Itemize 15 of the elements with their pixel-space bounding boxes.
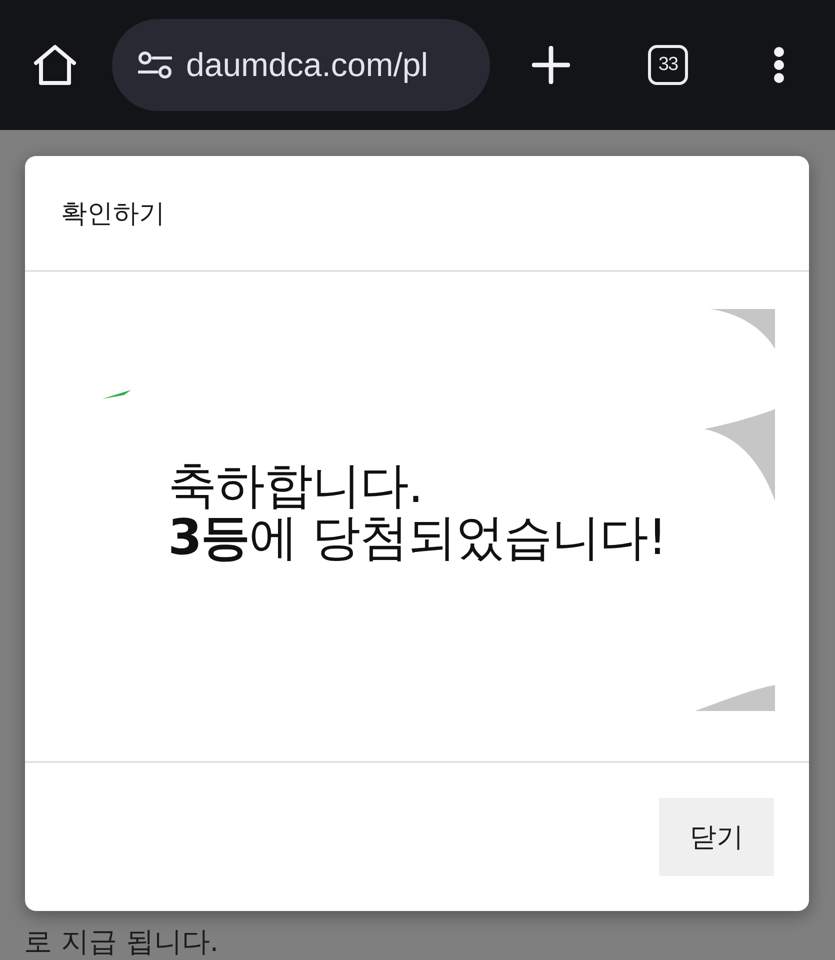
- streak-icon: [102, 389, 132, 401]
- swirl-shape: [710, 309, 775, 349]
- message-text: 축하합니다.: [168, 460, 424, 512]
- page-text: 로 지급 됩니다.: [24, 924, 219, 960]
- plus-icon: [532, 46, 570, 84]
- home-icon: [33, 44, 77, 86]
- dialog-title: 확인하기: [61, 198, 165, 230]
- url-text: daumdca.com/pl: [186, 46, 428, 84]
- message-text: 3등에 당첨되었습니다!: [168, 512, 668, 564]
- tune-icon: [138, 51, 172, 79]
- menu-icon: [773, 46, 785, 84]
- close-button[interactable]: 닫기: [659, 798, 774, 876]
- tab-count-button[interactable]: 33: [648, 45, 688, 85]
- home-button[interactable]: [33, 42, 77, 88]
- address-bar[interactable]: daumdca.com/pl: [112, 19, 490, 111]
